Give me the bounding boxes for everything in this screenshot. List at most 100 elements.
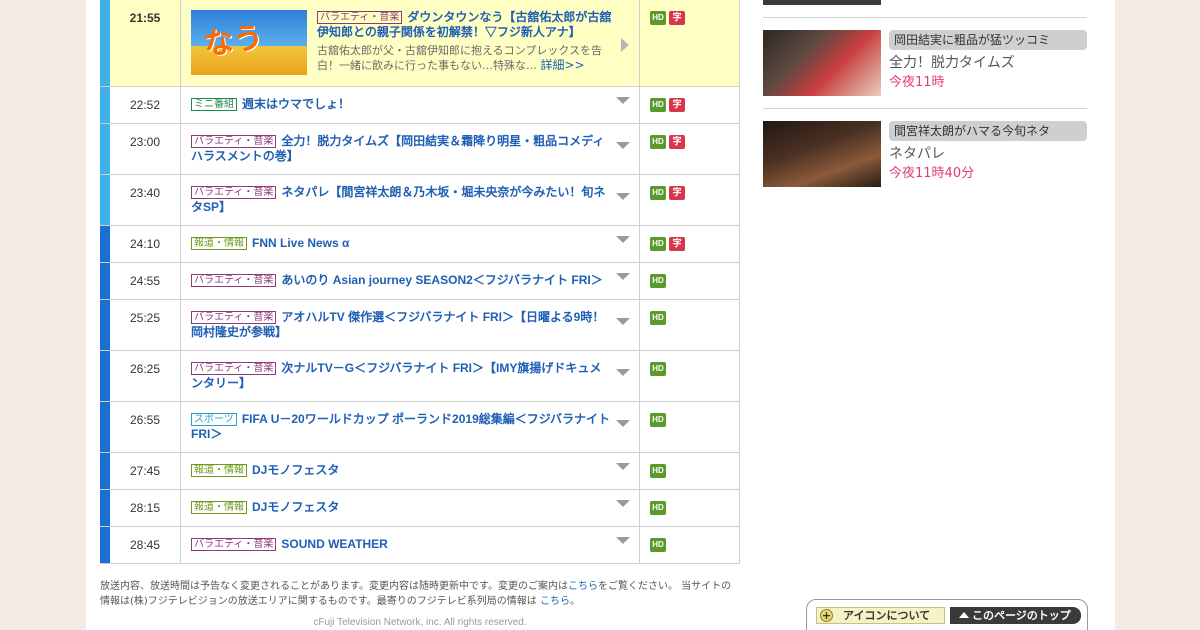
program-title-link[interactable]: FIFA U－20ワールドカップ ポーランド2019総集編＜フジバラナイト FR… — [191, 412, 610, 441]
expand-chevron-icon[interactable] — [616, 97, 630, 104]
table-row[interactable]: 24:55 バラエティ・音楽 あいのり Asian journey SEASON2… — [100, 263, 740, 300]
hd-icon: HD — [650, 237, 666, 251]
program-cell: 報道・情報 FNN Live News α — [181, 226, 640, 262]
program-title-link[interactable]: SOUND WEATHER — [281, 537, 387, 551]
expand-chevron-icon[interactable] — [616, 236, 630, 243]
program-time: 28:15 — [110, 490, 181, 526]
genre-badge: バラエティ・音楽 — [191, 538, 277, 551]
table-row[interactable]: 23:00 バラエティ・音楽 全力！脱力タイムズ【岡田結実＆霜降り明星・粗品コメデ… — [100, 124, 740, 175]
sidebar-program-name[interactable]: 全力！脱力タイムズ — [889, 52, 1015, 72]
icon-cell: HD — [640, 351, 740, 401]
program-time: 28:45 — [110, 527, 181, 563]
table-row[interactable]: 23:40 バラエティ・音楽 ネタパレ【間宮祥太朗＆乃木坂・堀未央奈が今みたい！旬… — [100, 175, 740, 226]
table-row[interactable]: 24:10 報道・情報 FNN Live News α HD 字 — [100, 226, 740, 263]
sidebar-program-name[interactable]: ネタパレ — [889, 143, 945, 163]
program-thumbnail[interactable]: なう — [191, 10, 307, 75]
program-title-link[interactable]: あいのり Asian journey SEASON2＜フジバラナイト FRI＞ — [281, 273, 602, 287]
icon-cell: HD 字 — [640, 175, 740, 225]
expand-chevron-icon[interactable] — [616, 420, 630, 427]
hd-icon: HD — [650, 362, 666, 376]
timeline-bar — [100, 263, 110, 299]
sidebar-thumbnail[interactable] — [763, 121, 881, 187]
sidebar-air-time: 今夜11時40分 — [889, 166, 975, 181]
timeline-bar — [100, 87, 110, 123]
expand-chevron-icon[interactable] — [616, 463, 630, 470]
icon-cell: HD — [640, 527, 740, 563]
expand-chevron-icon[interactable] — [616, 500, 630, 507]
expand-chevron-icon[interactable] — [616, 273, 630, 280]
icon-cell: HD 字 — [640, 226, 740, 262]
table-row[interactable]: 28:45 バラエティ・音楽 SOUND WEATHER HD — [100, 527, 740, 564]
hd-icon: HD — [650, 501, 666, 515]
timeline-bar — [100, 527, 110, 563]
footer-button-bar: + アイコンについて このページのトップ — [806, 599, 1088, 630]
disclaimer-notes: 放送内容、放送時間は予告なく変更されることがあります。変更内容は随時更新中です。… — [100, 579, 740, 609]
table-row[interactable]: 26:25 バラエティ・音楽 次ナルTV－G＜フジバラナイト FRI＞【IMY旗揚… — [100, 351, 740, 402]
program-cell: バラエティ・音楽 全力！脱力タイムズ【岡田結実＆霜降り明星・粗品コメディハラスメン… — [181, 124, 640, 174]
page-top-button[interactable]: このページのトップ — [950, 607, 1081, 624]
genre-badge: 報道・情報 — [191, 501, 247, 514]
note-text: 情報は(株)フジテレビジョンの放送エリアに関するものです。最寄りのフジテレビ系列… — [100, 596, 540, 607]
timeline-bar — [100, 124, 110, 174]
timeline-bar — [100, 226, 110, 262]
table-row[interactable]: 22:52 ミニ番組 週末はウマでしょ！ HD 字 — [100, 87, 740, 124]
divider — [763, 108, 1087, 109]
hd-icon: HD — [650, 464, 666, 478]
icon-cell: HD — [640, 402, 740, 452]
hd-icon: HD — [650, 135, 666, 149]
timeline-bar — [100, 453, 110, 489]
play-arrow-icon[interactable] — [621, 38, 629, 52]
note-text: 放送内容、放送時間は予告なく変更されることがあります。変更内容は随時更新中です。… — [100, 581, 568, 592]
table-row[interactable]: 26:55 スポーツ FIFA U－20ワールドカップ ポーランド2019総集編＜… — [100, 402, 740, 453]
genre-badge: バラエティ・音楽 — [191, 362, 277, 375]
hd-icon: HD — [650, 11, 666, 25]
timeline-bar — [100, 300, 110, 350]
icon-legend-label: アイコンについて — [843, 609, 931, 622]
program-time: 24:55 — [110, 263, 181, 299]
sidebar-item[interactable]: 間宮祥太朗がハマる今旬ネタ ネタパレ 今夜11時40分 — [763, 121, 1087, 191]
icon-cell: HD 字 — [640, 0, 740, 86]
sidebar-item[interactable]: 岡田結実に粗品が猛ツッコミ 全力！脱力タイムズ 今夜11時 — [763, 30, 1087, 100]
timeline-bar — [100, 175, 110, 225]
hd-icon: HD — [650, 413, 666, 427]
genre-badge: バラエティ・音楽 — [191, 311, 277, 324]
expand-chevron-icon[interactable] — [616, 369, 630, 376]
expand-chevron-icon[interactable] — [616, 537, 630, 544]
details-link[interactable]: 詳細>> — [541, 58, 585, 72]
genre-badge: バラエティ・音楽 — [191, 135, 277, 148]
program-title-link[interactable]: FNN Live News α — [252, 236, 349, 250]
program-time: 21:55 — [110, 0, 181, 86]
genre-badge: ミニ番組 — [191, 98, 237, 111]
program-time: 26:55 — [110, 402, 181, 452]
program-title-link[interactable]: 週末はウマでしょ！ — [242, 97, 350, 111]
sidebar-thumbnail[interactable] — [763, 30, 881, 96]
table-row[interactable]: 28:15 報道・情報 DJモノフェスタ HD — [100, 490, 740, 527]
program-cell: バラエティ・音楽 次ナルTV－G＜フジバラナイト FRI＞【IMY旗揚げドキュメン… — [181, 351, 640, 401]
icon-legend-button[interactable]: + アイコンについて — [816, 607, 945, 624]
genre-badge: バラエティ・音楽 — [317, 11, 403, 24]
sidebar-air-time: 今夜11時 — [889, 75, 945, 90]
expand-chevron-icon[interactable] — [616, 318, 630, 325]
program-cell: なう バラエティ・音楽 ダウンタウンなう【古舘佑太郎が古舘伊知郎との親子関係を初解… — [181, 0, 640, 86]
program-cell: スポーツ FIFA U－20ワールドカップ ポーランド2019総集編＜フジバラナイ… — [181, 402, 640, 452]
genre-badge: バラエティ・音楽 — [191, 186, 277, 199]
program-schedule: 21:55 なう バラエティ・音楽 ダウンタウンなう【古舘佑太郎が古舘伊知郎との親… — [100, 0, 740, 564]
sidebar-thumbnail-partial[interactable] — [763, 0, 881, 5]
table-row[interactable]: 25:25 バラエティ・音楽 アオハルTV 傑作選＜フジバラナイト FRI＞【日曜… — [100, 300, 740, 351]
timeline-bar — [100, 0, 110, 86]
program-title-link[interactable]: DJモノフェスタ — [252, 500, 339, 514]
program-time: 23:40 — [110, 175, 181, 225]
table-row[interactable]: 27:45 報道・情報 DJモノフェスタ HD — [100, 453, 740, 490]
caption-icon: 字 — [669, 11, 685, 25]
change-info-link[interactable]: こちら — [568, 581, 598, 592]
arrow-up-icon — [959, 612, 969, 618]
expand-chevron-icon[interactable] — [616, 193, 630, 200]
table-row-current[interactable]: 21:55 なう バラエティ・音楽 ダウンタウンなう【古舘佑太郎が古舘伊知郎との親… — [100, 0, 740, 87]
affiliate-link[interactable]: こちら — [540, 596, 570, 607]
expand-chevron-icon[interactable] — [616, 142, 630, 149]
copyright: cFuji Television Network, inc. All right… — [313, 617, 527, 628]
program-title-link[interactable]: DJモノフェスタ — [252, 463, 339, 477]
icon-cell: HD 字 — [640, 87, 740, 123]
program-cell: 報道・情報 DJモノフェスタ — [181, 453, 640, 489]
timeline-bar — [100, 351, 110, 401]
